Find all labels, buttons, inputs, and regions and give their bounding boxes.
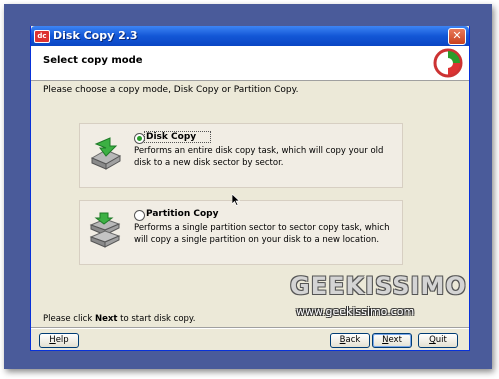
- watermark-url: www.geekissimo.com: [296, 305, 415, 318]
- partition-copy-description: Performs a single partition sector to se…: [134, 223, 390, 245]
- instruction-text: Please choose a copy mode, Disk Copy or …: [43, 85, 299, 95]
- option-partition-copy[interactable]: Partition Copy Performs a single partiti…: [79, 200, 403, 265]
- watermark-brand: GEEKISSIMO: [290, 272, 467, 300]
- next-button[interactable]: Next: [372, 333, 412, 348]
- window-title: Disk Copy 2.3: [53, 29, 138, 42]
- option-disk-copy[interactable]: Disk Copy Performs an entire disk copy t…: [79, 123, 403, 188]
- help-button[interactable]: Help: [39, 333, 79, 348]
- partition-copy-label[interactable]: Partition Copy: [146, 209, 218, 219]
- app-icon: dc: [34, 30, 50, 43]
- close-button[interactable]: ✕: [448, 28, 466, 45]
- disk-copy-icon: [90, 137, 122, 170]
- button-separator: [31, 327, 469, 329]
- mouse-cursor-icon: [232, 194, 240, 206]
- watermark: GEEKISSIMO www.geekissimo.com: [290, 272, 470, 327]
- disk-copy-label[interactable]: Disk Copy: [144, 131, 212, 143]
- wizard-header: Select copy mode: [31, 46, 469, 81]
- back-button[interactable]: Back: [330, 333, 370, 348]
- app-logo-icon: [433, 48, 463, 78]
- quit-button[interactable]: Quit: [418, 333, 458, 348]
- partition-copy-icon: [89, 212, 121, 248]
- partition-copy-radio[interactable]: [134, 210, 145, 221]
- disk-copy-description: Performs an entire disk copy task, which…: [134, 146, 384, 168]
- footer-hint: Please click Next to start disk copy.: [43, 314, 196, 324]
- page-title: Select copy mode: [43, 55, 143, 66]
- title-bar[interactable]: dc Disk Copy 2.3 ✕: [31, 26, 469, 46]
